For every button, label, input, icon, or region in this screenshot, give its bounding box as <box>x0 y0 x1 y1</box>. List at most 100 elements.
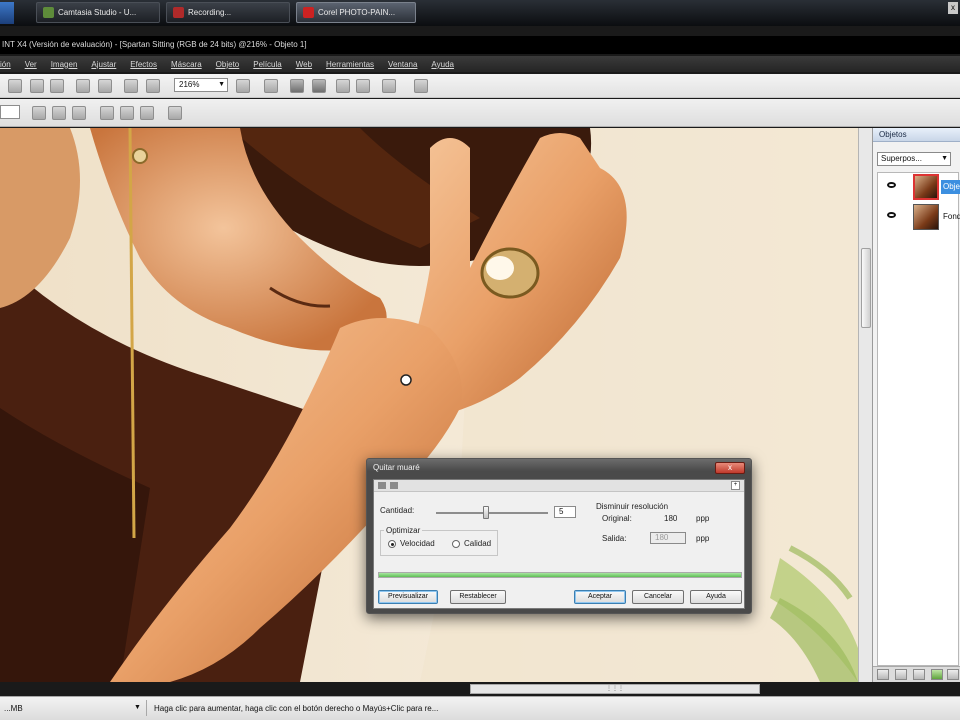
remove-moire-dialog: Quitar muaré x + Cantidad: 5 Optimizar V… <box>366 458 752 614</box>
ok-button[interactable]: Aceptar <box>574 590 626 604</box>
scroll-thumb[interactable] <box>861 248 871 328</box>
zoom-out-icon[interactable] <box>52 106 66 120</box>
window-title: INT X4 (Versión de evaluación) - [Sparta… <box>0 36 960 54</box>
undo-icon[interactable] <box>76 79 90 93</box>
save-icon[interactable] <box>30 79 44 93</box>
new-icon[interactable] <box>8 79 22 93</box>
close-button[interactable]: x <box>715 462 745 474</box>
layer-item-object[interactable]: Obje <box>877 172 960 202</box>
amount-input[interactable]: 5 <box>554 506 576 518</box>
camtasia-icon <box>43 7 54 18</box>
original-unit: ppp <box>696 514 710 523</box>
taskbar-button-label: Camtasia Studio - U... <box>58 8 137 17</box>
zoom-height-icon[interactable] <box>140 106 154 120</box>
output-label: Salida: <box>602 534 627 543</box>
layer-list <box>877 172 959 666</box>
zoom-fit-icon[interactable] <box>100 106 114 120</box>
progress-bar <box>378 572 742 578</box>
eye-icon[interactable] <box>887 212 896 218</box>
taskbar-button-label: Recording... <box>188 8 232 17</box>
menu-help[interactable]: Ayuda <box>431 60 454 69</box>
zoom-select[interactable]: 216% ▼ <box>174 78 228 92</box>
mask-icon[interactable] <box>336 79 350 93</box>
redo-icon[interactable] <box>98 79 112 93</box>
original-label: Original: <box>602 514 632 523</box>
new-mask-icon[interactable] <box>895 669 907 680</box>
zoom-in-icon[interactable] <box>32 106 46 120</box>
output-input[interactable]: 180 <box>650 532 686 544</box>
objects-panel: Objetos Superpos... ▼ Obje Fond <box>872 128 960 682</box>
hand-icon[interactable] <box>168 106 182 120</box>
menu-adjust[interactable]: Ajustar <box>91 60 116 69</box>
menu-object[interactable]: Objeto <box>216 60 240 69</box>
objects-panel-title: Objetos <box>873 128 960 142</box>
blend-mode-select[interactable]: Superpos... ▼ <box>877 152 951 166</box>
blend-mode-value: Superpos... <box>881 154 922 163</box>
amount-slider-thumb[interactable] <box>483 506 490 519</box>
export-icon[interactable] <box>146 79 160 93</box>
reduce-resolution-label: Disminuir resolución <box>596 502 669 511</box>
collapse-icon[interactable]: + <box>731 481 740 490</box>
standard-toolbar <box>0 74 960 98</box>
status-message: Haga clic para aumentar, haga clic con e… <box>154 704 439 713</box>
chevron-down-icon[interactable]: ▼ <box>134 704 141 711</box>
menu-effects[interactable]: Efectos <box>130 60 157 69</box>
combine-icon[interactable] <box>913 669 925 680</box>
lock-icon[interactable] <box>356 79 370 93</box>
menu-tools[interactable]: Herramientas <box>326 60 374 69</box>
delete-icon[interactable] <box>947 669 959 680</box>
tool-select[interactable] <box>0 105 20 119</box>
menu-window[interactable]: Ventana <box>388 60 417 69</box>
layer-item-background[interactable]: Fond <box>877 202 960 232</box>
menu-edit[interactable]: ión <box>0 60 11 69</box>
chevron-down-icon: ▼ <box>941 155 948 162</box>
taskbar: Camtasia Studio - U... Recording... Core… <box>0 0 960 26</box>
amount-slider[interactable] <box>436 512 548 514</box>
speed-radio[interactable] <box>388 540 396 548</box>
zoom-value: 216% <box>179 80 200 89</box>
help-button[interactable]: Ayuda <box>690 590 742 604</box>
visibility-icon[interactable] <box>931 669 943 680</box>
start-button[interactable] <box>0 2 14 24</box>
layer-name: Obje <box>941 180 960 194</box>
print-icon[interactable] <box>50 79 64 93</box>
progress-fill <box>379 573 741 577</box>
pointer-icon[interactable] <box>290 79 304 93</box>
taskbar-button-camtasia[interactable]: Camtasia Studio - U... <box>36 2 160 23</box>
new-layer-icon[interactable] <box>877 669 889 680</box>
screen: Camtasia Studio - U... Recording... Core… <box>0 0 960 720</box>
split-preview-icon[interactable] <box>390 482 398 489</box>
taskbar-button-corel[interactable]: Corel PHOTO-PAIN... <box>296 2 416 23</box>
quality-radio[interactable] <box>452 540 460 548</box>
preview-toolbar: + <box>374 480 744 492</box>
pan-icon[interactable] <box>264 79 278 93</box>
menu-mask[interactable]: Máscara <box>171 60 202 69</box>
menu-movie[interactable]: Película <box>253 60 281 69</box>
objects-panel-footer <box>873 666 960 682</box>
reset-button[interactable]: Restablecer <box>450 590 506 604</box>
import-icon[interactable] <box>124 79 138 93</box>
dialog-body: + Cantidad: 5 Optimizar Velocidad Calida… <box>373 479 745 609</box>
preview-button[interactable]: Previsualizar <box>378 590 438 604</box>
window-icon[interactable] <box>414 79 428 93</box>
zoom-100-icon[interactable] <box>72 106 86 120</box>
fit-icon[interactable] <box>236 79 250 93</box>
canvas-vertical-scrollbar[interactable] <box>858 128 872 682</box>
menu-image[interactable]: Imagen <box>51 60 78 69</box>
chevron-down-icon: ▼ <box>218 81 225 88</box>
menu-view[interactable]: Ver <box>25 60 37 69</box>
single-preview-icon[interactable] <box>378 482 386 489</box>
close-icon[interactable]: x <box>948 2 958 14</box>
pick-icon[interactable] <box>312 79 326 93</box>
zoom-width-icon[interactable] <box>120 106 134 120</box>
record-icon <box>173 7 184 18</box>
file-size: ...MB <box>4 704 23 713</box>
optimize-label: Optimizar <box>384 526 423 535</box>
cancel-button[interactable]: Cancelar <box>632 590 684 604</box>
canvas-horizontal-scrollbar[interactable]: ⋮⋮⋮ <box>470 684 760 694</box>
taskbar-button-recording[interactable]: Recording... <box>166 2 290 23</box>
eye-icon[interactable] <box>887 182 896 188</box>
amount-label: Cantidad: <box>380 506 415 515</box>
menu-web[interactable]: Web <box>296 60 312 69</box>
display-icon[interactable] <box>382 79 396 93</box>
